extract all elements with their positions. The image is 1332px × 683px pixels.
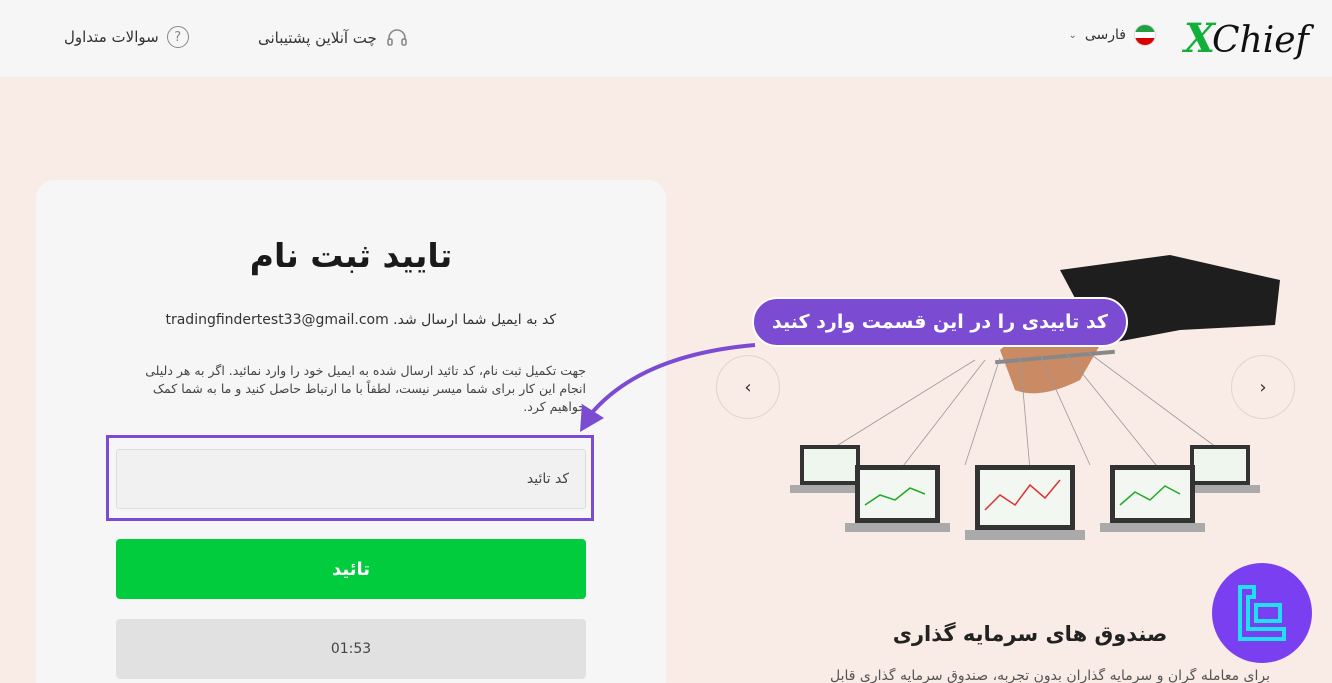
nav-online-chat[interactable]: چت آنلاین پشتیبانی [258, 26, 409, 50]
question-circle-icon: ? [166, 26, 189, 48]
tradingfinder-badge-icon [1212, 563, 1312, 663]
top-header: X Chief فارسی ⌄ چت آنلاین پشتیبانی ? سوا… [0, 0, 1332, 78]
instructions-text: جهت تکمیل ثبت نام، کد تائید ارسال شده به… [145, 363, 586, 414]
iran-flag-icon [1134, 24, 1156, 46]
resend-timer-button: 01:53 [116, 619, 586, 679]
nav-faq[interactable]: ? سوالات متداول [64, 26, 189, 48]
language-label: فارسی [1084, 27, 1126, 43]
slide-title: صندوق های سرمایه گذاری [892, 622, 1168, 646]
confirm-button[interactable]: تائید [116, 539, 586, 599]
xchief-logo[interactable]: X Chief [1182, 10, 1322, 66]
language-selector[interactable]: فارسی ⌄ [1068, 24, 1156, 46]
chevron-down-icon: ⌄ [1068, 29, 1077, 41]
nav-chat-label: چت آنلاین پشتیبانی [258, 29, 377, 47]
email-sent-message: کد به ایمیل شما ارسال شد. tradingfindert… [165, 312, 556, 328]
investment-fund-illustration [790, 255, 1280, 540]
verification-code-input[interactable] [116, 449, 586, 509]
nav-faq-label: سوالات متداول [64, 28, 159, 46]
page-title: تایید ثبت نام [249, 236, 453, 275]
svg-text:Chief: Chief [1212, 20, 1315, 61]
slide-description: برای معامله گران و سرمایه گذاران بدون تج… [829, 668, 1270, 683]
headset-icon [387, 29, 407, 46]
annotation-callout: کد تاییدی را در این قسمت وارد کنید [752, 297, 1128, 347]
